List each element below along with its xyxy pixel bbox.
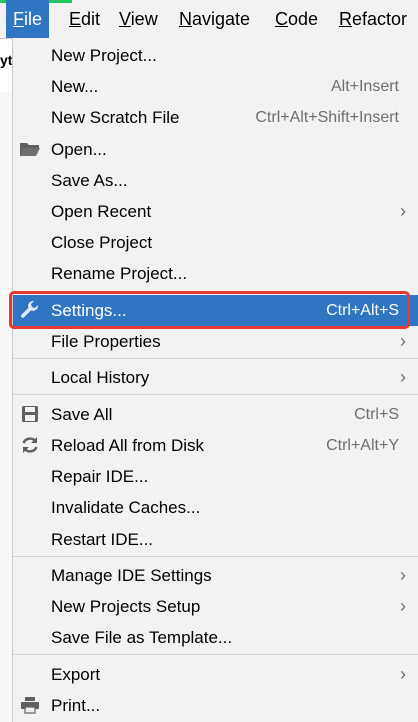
menu-item-label: Save File as Template... [51,628,233,647]
background-panel [0,92,12,722]
menu-item-label: New Scratch File [51,108,180,127]
menu-item-save-file-as-template[interactable]: Save File as Template... [13,622,418,653]
menu-item-repair-ide[interactable]: Repair IDE... [13,461,418,492]
menu-item-label: Open Recent [51,202,152,221]
menu-item-label: Save All [51,405,113,424]
menu-item-label: Manage IDE Settings [51,566,212,585]
menu-item-label: New... [51,77,99,96]
menu-item-label: Restart IDE... [51,530,154,549]
menu-item-label: Local History [51,368,150,387]
menu-view[interactable]: View [112,0,165,38]
menu-item-label: Print... [51,696,101,715]
chevron-right-icon: › [400,367,406,387]
chevron-right-icon: › [400,331,406,351]
menu-item-shortcut: Ctrl+Alt+Y [326,437,399,454]
menu-separator [13,654,418,655]
save-icon [19,403,41,425]
menu-separator [13,358,418,359]
menu-item-new-projects-setup[interactable]: New Projects Setup › [13,591,418,622]
reload-icon [19,434,41,456]
menu-separator [13,556,418,557]
chevron-right-icon: › [400,664,406,684]
menu-item-label: Rename Project... [51,264,188,283]
menu-item-file-properties[interactable]: File Properties › [13,326,418,357]
menu-bar: File Edit View Navigate Code Refactor [0,0,418,39]
menu-item-label: New Project... [51,46,157,65]
menu-item-label: Open... [51,140,107,159]
menu-item-rename-project[interactable]: Rename Project... [13,258,418,289]
menu-item-label: Export [51,665,101,684]
menu-navigate[interactable]: Navigate [172,0,257,38]
menu-item-label: File Properties [51,332,161,351]
menu-item-label: Repair IDE... [51,467,149,486]
menu-item-local-history[interactable]: Local History › [13,362,418,393]
menu-item-new-scratch-file[interactable]: New Scratch File Ctrl+Alt+Shift+Insert [13,102,418,133]
menu-item-label: Close Project [51,233,153,252]
chevron-right-icon: › [400,565,406,585]
menu-item-close-project[interactable]: Close Project [13,227,418,258]
menu-item-label: Reload All from Disk [51,436,205,455]
menu-item-open-recent[interactable]: Open Recent › [13,196,418,227]
menu-separator [13,394,418,395]
menu-refactor[interactable]: Refactor [332,0,414,38]
background-project-title: yt [0,52,13,68]
menu-item-print[interactable]: Print... [13,690,418,721]
menu-item-open[interactable]: Open... [13,134,418,165]
settings-highlight-outline [9,291,410,329]
menu-code[interactable]: Code [268,0,325,38]
menu-item-reload-all[interactable]: Reload All from Disk Ctrl+Alt+Y [13,430,418,461]
menu-item-manage-ide-settings[interactable]: Manage IDE Settings › [13,560,418,591]
menu-item-shortcut: Ctrl+S [354,406,399,423]
chevron-right-icon: › [400,201,406,221]
menu-item-invalidate-caches[interactable]: Invalidate Caches... [13,492,418,523]
menu-item-restart-ide[interactable]: Restart IDE... [13,524,418,555]
file-menu-dropdown: New Project... New... Alt+Insert New Scr… [12,38,418,722]
menu-file[interactable]: File [6,0,50,38]
menu-edit[interactable]: Edit [62,0,107,38]
menu-item-save-as[interactable]: Save As... [13,165,418,196]
menu-item-label: Save As... [51,171,128,190]
menu-item-label: Invalidate Caches... [51,498,201,517]
folder-icon [19,138,41,160]
chevron-right-icon: › [400,596,406,616]
menu-item-new-project[interactable]: New Project... [13,40,418,71]
menu-item-save-all[interactable]: Save All Ctrl+S [13,399,418,430]
menu-item-shortcut: Alt+Insert [330,78,399,95]
menu-item-new[interactable]: New... Alt+Insert [13,71,418,102]
menu-item-export[interactable]: Export › [13,659,418,690]
menu-item-shortcut: Ctrl+Alt+Shift+Insert [255,109,399,126]
printer-icon [19,694,41,716]
menu-item-label: New Projects Setup [51,597,201,616]
